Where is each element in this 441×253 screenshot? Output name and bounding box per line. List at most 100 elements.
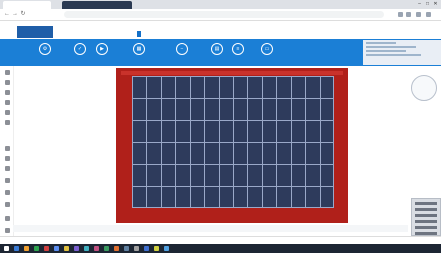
browser-tab-bar: – □ ✕ <box>0 0 441 9</box>
ribbon-button[interactable]: ▶ <box>90 42 114 63</box>
layer-row[interactable] <box>415 232 437 235</box>
panel-row-line <box>132 186 334 187</box>
ribbon-button[interactable]: ▦ <box>127 42 151 63</box>
bottom-tab-strip <box>13 225 408 232</box>
taskbar-app-icon[interactable] <box>164 246 169 251</box>
minus-icon: − <box>176 43 188 55</box>
panel-row-line <box>132 76 334 77</box>
measure-tool-icon[interactable] <box>5 100 10 105</box>
check-icon: ✓ <box>74 43 86 55</box>
taskbar-app-icon[interactable] <box>114 246 119 251</box>
menu-tab[interactable] <box>152 31 156 37</box>
taskbar-app-icon[interactable] <box>64 246 69 251</box>
settings-tool-icon[interactable] <box>5 216 10 221</box>
layer-row[interactable] <box>415 226 437 229</box>
browser-tab-inactive[interactable] <box>62 1 132 9</box>
play-icon: ▶ <box>96 43 108 55</box>
menu-tab[interactable] <box>209 31 213 37</box>
layer-row[interactable] <box>415 208 437 211</box>
layer-row[interactable] <box>415 214 437 217</box>
panel-icon: ▦ <box>133 43 145 55</box>
ribbon-button[interactable]: ▭ <box>255 42 279 63</box>
grid-icon: ▤ <box>211 43 223 55</box>
pan-tool-icon[interactable] <box>5 178 10 183</box>
app-logo[interactable] <box>17 26 53 38</box>
taskbar-app-icon[interactable] <box>74 246 79 251</box>
extension-icon[interactable] <box>406 12 411 17</box>
profile-icon[interactable] <box>416 12 421 17</box>
info-line <box>366 50 406 52</box>
menu-tab[interactable] <box>222 31 226 37</box>
info-panel <box>363 40 441 65</box>
info-line <box>366 42 396 44</box>
solar-panel-array[interactable] <box>132 76 334 208</box>
back-icon[interactable]: ← <box>4 11 10 17</box>
gear-icon: ⚙ <box>39 43 51 55</box>
ribbon-button[interactable]: ✓ <box>68 42 92 63</box>
taskbar-app-icon[interactable] <box>54 246 59 251</box>
ribbon-button[interactable]: ⚙ <box>33 42 57 63</box>
taskbar-app-icon[interactable] <box>124 246 129 251</box>
menu-tab[interactable] <box>181 31 185 37</box>
taskbar-app-icon[interactable] <box>14 246 19 251</box>
copy-tool-icon[interactable] <box>5 156 10 161</box>
taskbar-app-icon[interactable] <box>84 246 89 251</box>
layer-row[interactable] <box>415 202 437 205</box>
menu-tab[interactable] <box>58 31 62 37</box>
url-input[interactable] <box>64 11 384 18</box>
menu-tab[interactable] <box>92 31 96 37</box>
taskbar-app-icon[interactable] <box>154 246 159 251</box>
taskbar-app-icon[interactable] <box>34 246 39 251</box>
menu-tab[interactable] <box>70 31 74 37</box>
menu-icon[interactable] <box>426 12 431 17</box>
taskbar-app-icon[interactable] <box>104 246 109 251</box>
layer-tool-icon[interactable] <box>5 146 10 151</box>
extension-icon[interactable] <box>398 12 403 17</box>
layer-row[interactable] <box>415 220 437 223</box>
zoom-tool-icon[interactable] <box>5 166 10 171</box>
select-tool-icon[interactable] <box>5 70 10 75</box>
compass-icon[interactable] <box>411 75 437 101</box>
app-header <box>0 21 441 39</box>
start-menu-icon[interactable] <box>4 246 9 251</box>
status-bar <box>0 236 441 244</box>
help-tool-icon[interactable] <box>5 228 10 233</box>
snap-tool-icon[interactable] <box>5 190 10 195</box>
taskbar-app-icon[interactable] <box>134 246 139 251</box>
panel-row-line <box>132 164 334 165</box>
view-tool-icon[interactable] <box>5 202 10 207</box>
menu-tab[interactable] <box>81 31 85 37</box>
move-tool-icon[interactable] <box>5 80 10 85</box>
rotate-tool-icon[interactable] <box>5 110 10 115</box>
forward-icon[interactable]: → <box>12 11 18 17</box>
ribbon-button[interactable]: ≡ <box>226 42 250 63</box>
layers-panel <box>411 198 441 236</box>
browser-address-bar: ← → ↻ <box>0 9 441 21</box>
panel-row-line <box>132 142 334 143</box>
info-line <box>366 54 421 56</box>
list-icon: ≡ <box>232 43 244 55</box>
roof-edge <box>121 71 343 75</box>
menu-tab[interactable] <box>195 31 199 37</box>
reload-icon[interactable]: ↻ <box>20 11 26 17</box>
draw-tool-icon[interactable] <box>5 90 10 95</box>
menu-tab[interactable] <box>121 31 125 37</box>
close-icon[interactable]: ✕ <box>432 1 439 7</box>
maximize-icon[interactable]: □ <box>424 1 431 7</box>
taskbar-app-icon[interactable] <box>24 246 29 251</box>
info-line <box>366 46 416 48</box>
minimize-icon[interactable]: – <box>416 1 423 7</box>
ribbon-button[interactable]: − <box>170 42 194 63</box>
left-toolbar <box>0 66 14 237</box>
erase-tool-icon[interactable] <box>5 120 10 125</box>
menu-tab[interactable] <box>167 31 171 37</box>
menu-tab[interactable] <box>137 31 141 37</box>
taskbar-app-icon[interactable] <box>94 246 99 251</box>
panel-row-line <box>132 98 334 99</box>
panel-row-line <box>132 207 334 208</box>
menu-tab[interactable] <box>106 31 110 37</box>
taskbar-app-icon[interactable] <box>144 246 149 251</box>
browser-tab-active[interactable] <box>3 1 51 9</box>
card-icon: ▭ <box>261 43 273 55</box>
taskbar-app-icon[interactable] <box>44 246 49 251</box>
